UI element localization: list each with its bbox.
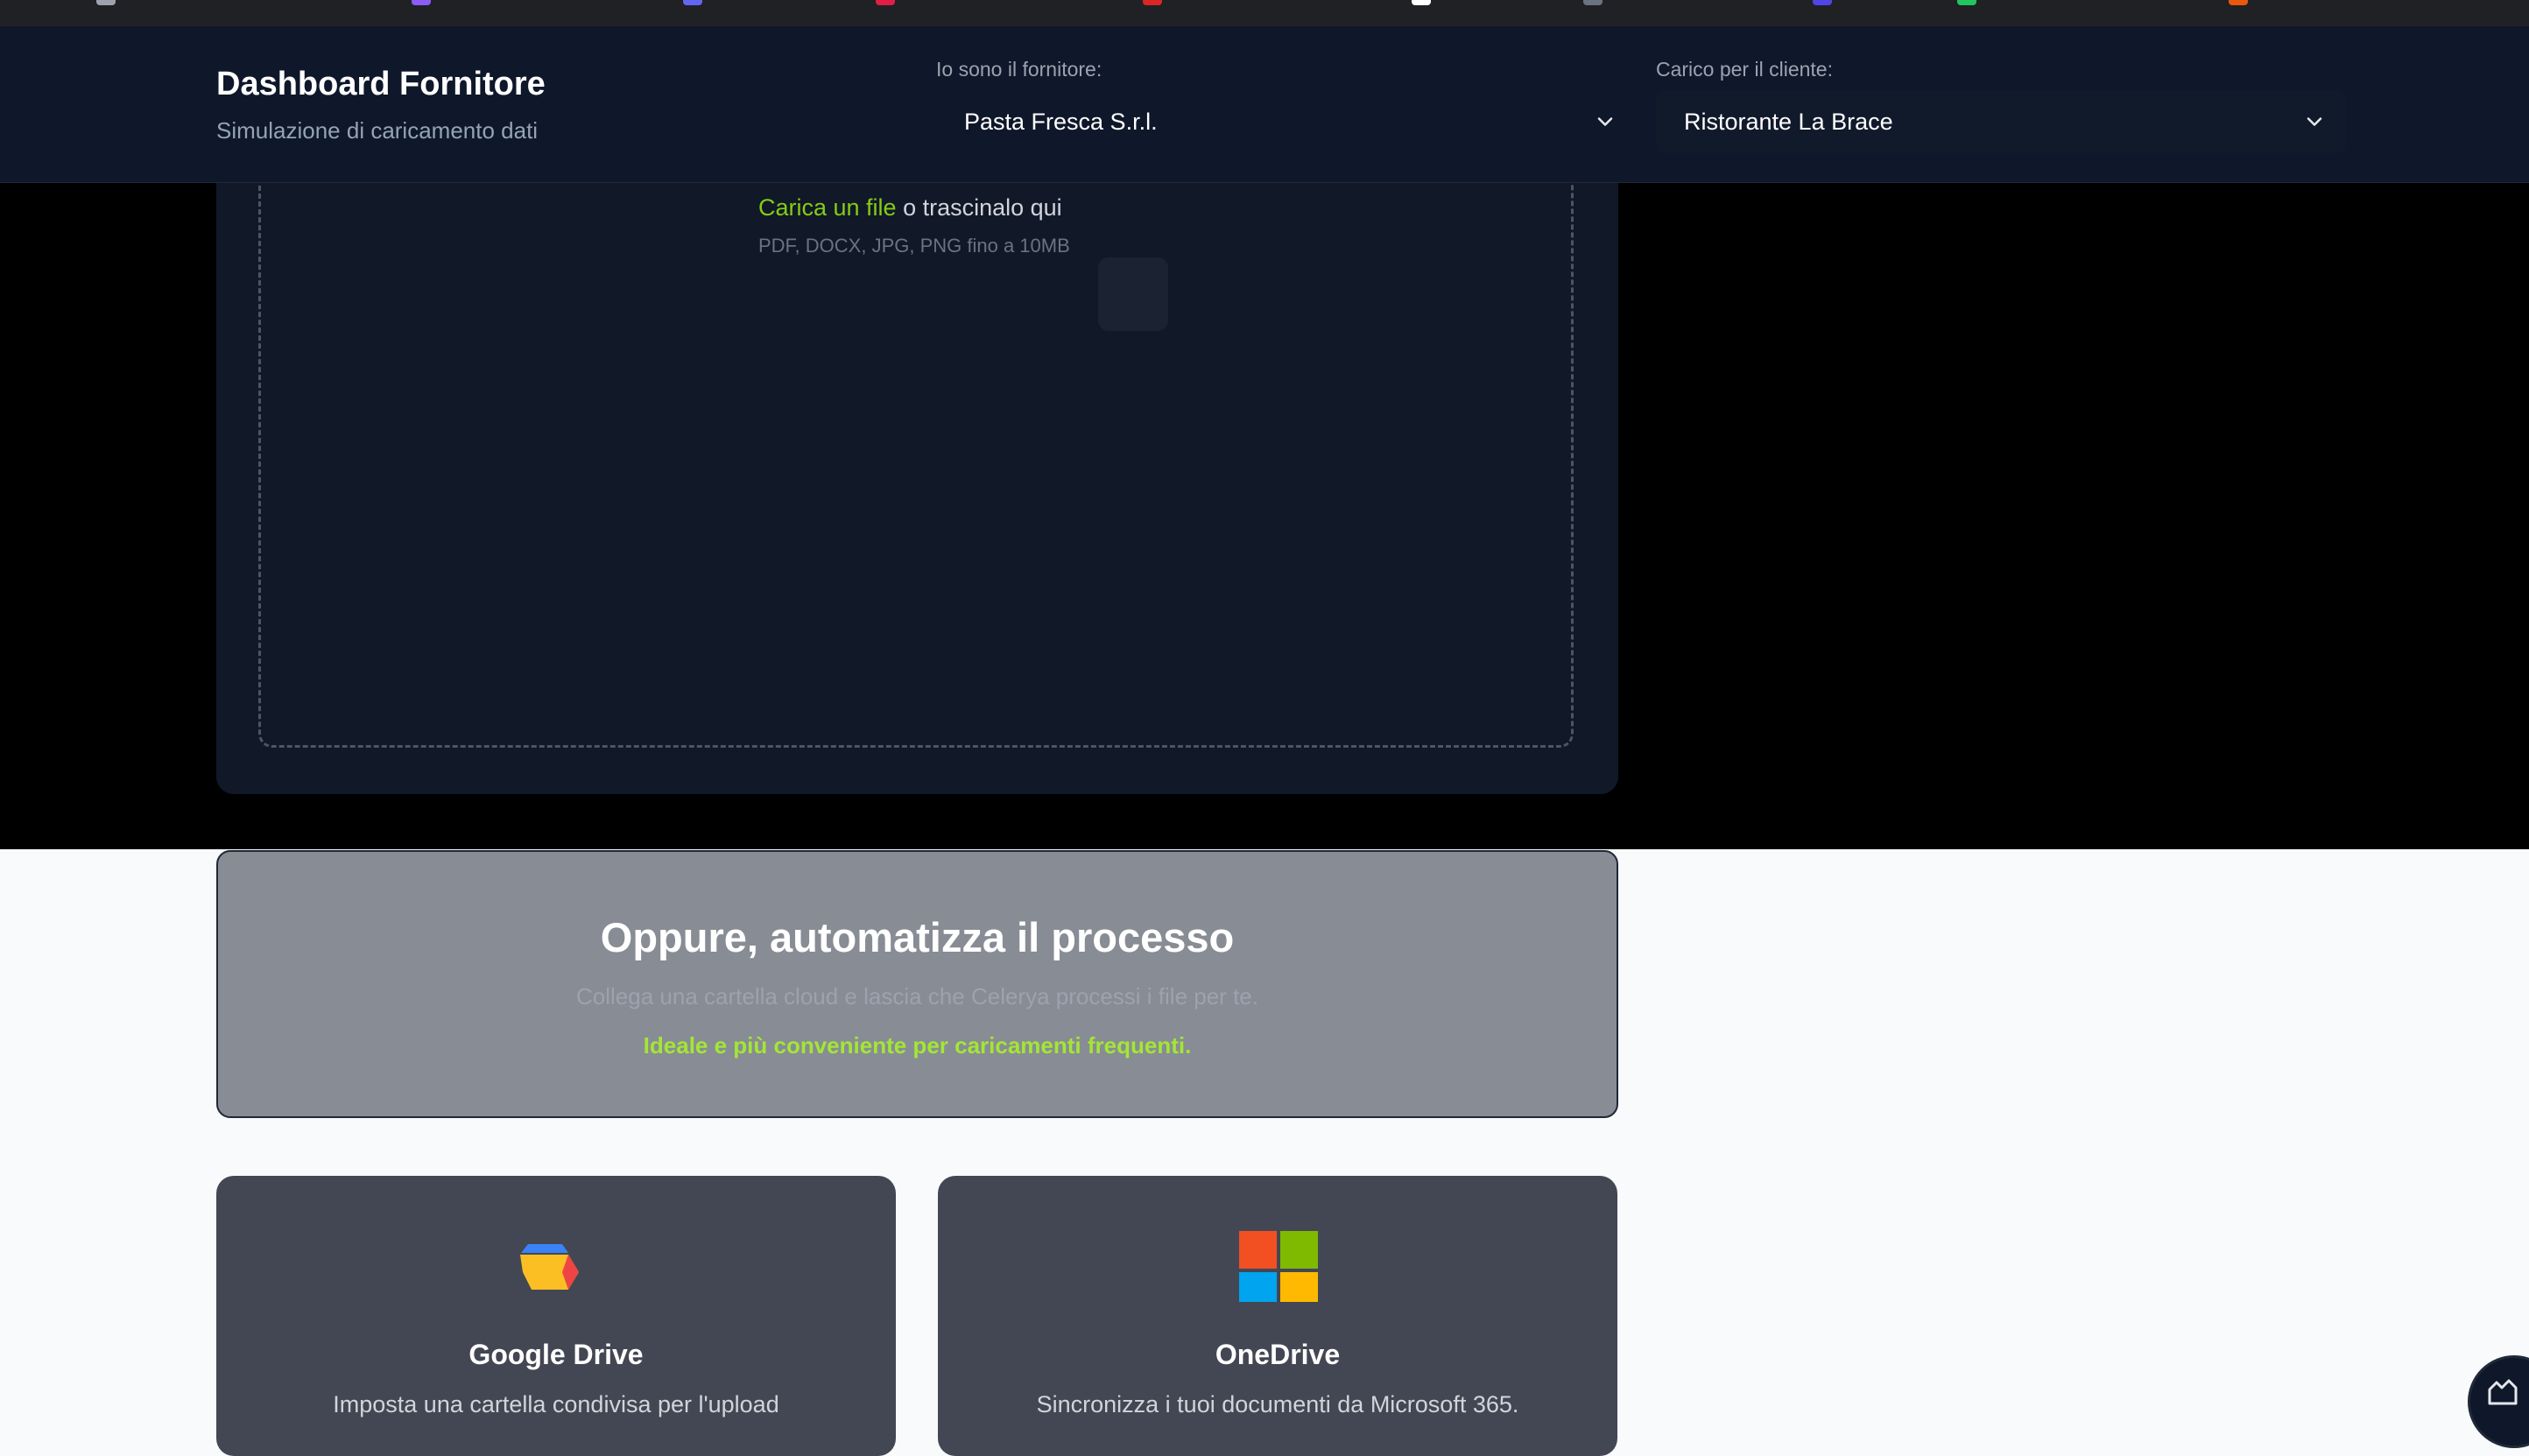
bookmark-icon[interactable] bbox=[876, 0, 895, 5]
client-select[interactable]: Ristorante La Brace bbox=[1656, 90, 2346, 153]
provider-description: Sincronizza i tuoi documenti da Microsof… bbox=[1036, 1391, 1519, 1417]
bookmark-icon[interactable] bbox=[1412, 0, 1431, 5]
supplier-select-value: Pasta Fresca S.r.l. bbox=[964, 108, 1158, 135]
page-subtitle: Simulazione di caricamento dati bbox=[216, 117, 539, 144]
chat-launcher-button[interactable] bbox=[2468, 1355, 2529, 1448]
bookmark-icon[interactable] bbox=[2229, 0, 2248, 5]
browser-bookmarks-bar bbox=[0, 0, 2529, 27]
client-label: Carico per il cliente: bbox=[1656, 58, 1833, 81]
provider-name: Google Drive bbox=[468, 1339, 644, 1370]
provider-description: Imposta una cartella condivisa per l'upl… bbox=[333, 1391, 779, 1417]
automate-note: Ideale e più conveniente per caricamenti… bbox=[643, 1032, 1192, 1059]
chevron-down-icon bbox=[1597, 117, 1613, 126]
google-drive-icon bbox=[520, 1244, 579, 1290]
chevron-down-icon bbox=[2307, 117, 2322, 126]
bookmark-icon[interactable] bbox=[1813, 0, 1832, 5]
upload-file-icon bbox=[1098, 257, 1168, 331]
automate-subtitle: Collega una cartella cloud e lascia che … bbox=[576, 983, 1258, 1009]
bookmark-icon[interactable] bbox=[1957, 0, 1976, 5]
onedrive-card[interactable]: OneDrive Sincronizza i tuoi documenti da… bbox=[938, 1176, 1617, 1456]
upload-card bbox=[216, 166, 1618, 794]
chat-icon bbox=[2488, 1379, 2518, 1405]
bookmark-icon[interactable] bbox=[96, 0, 116, 5]
bookmark-icon[interactable] bbox=[1143, 0, 1162, 5]
client-select-value: Ristorante La Brace bbox=[1684, 108, 1893, 135]
page-header: Dashboard Fornitore Simulazione di caric… bbox=[0, 26, 2529, 183]
automate-card: Oppure, automatizza il processo Collega … bbox=[216, 850, 1618, 1118]
bookmark-icon[interactable] bbox=[1583, 0, 1603, 5]
bookmark-icon[interactable] bbox=[412, 0, 431, 5]
supplier-label: Io sono il fornitore: bbox=[936, 58, 1102, 81]
upload-instruction: Carica un file o trascinalo qui bbox=[758, 194, 1062, 222]
google-drive-card[interactable]: Google Drive Imposta una cartella condiv… bbox=[216, 1176, 896, 1456]
microsoft-icon bbox=[1239, 1231, 1318, 1302]
upload-file-types-hint: PDF, DOCX, JPG, PNG fino a 10MB bbox=[758, 235, 1070, 257]
drag-here-text: o trascinalo qui bbox=[896, 194, 1062, 221]
page-title: Dashboard Fornitore bbox=[216, 66, 546, 102]
upload-file-link[interactable]: Carica un file bbox=[758, 194, 897, 221]
automate-title: Oppure, automatizza il processo bbox=[600, 914, 1235, 960]
supplier-select[interactable]: Pasta Fresca S.r.l. bbox=[936, 90, 1637, 153]
provider-name: OneDrive bbox=[1215, 1339, 1341, 1370]
bookmark-icon[interactable] bbox=[683, 0, 702, 5]
